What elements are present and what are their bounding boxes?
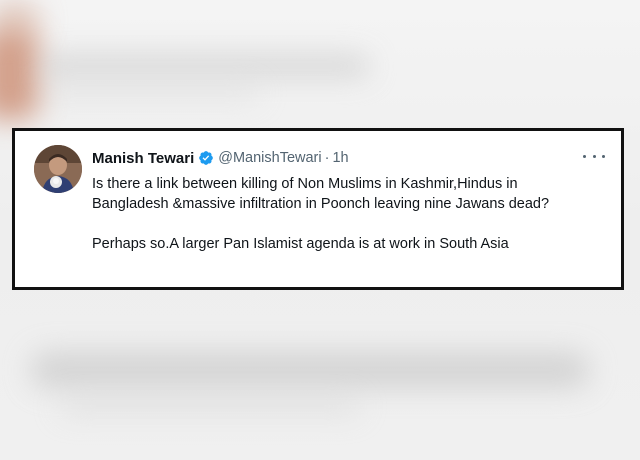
dot-separator: ·: [324, 150, 330, 166]
more-options-button[interactable]: [583, 149, 605, 163]
tweet-header: Manish Tewari @ManishTewari · 1h: [92, 145, 592, 171]
verified-badge-icon: [198, 150, 214, 166]
tweet-body: Manish Tewari @ManishTewari · 1h Is ther…: [92, 145, 592, 254]
blurred-text-line: [40, 55, 370, 77]
more-horizontal-icon: [583, 154, 586, 158]
tweet-card[interactable]: Manish Tewari @ManishTewari · 1h Is ther…: [12, 128, 624, 290]
blurred-text-line: [30, 352, 590, 388]
tweet-paragraph: Is there a link between killing of Non M…: [92, 176, 550, 212]
blurred-text-line: [40, 86, 260, 100]
blurred-region: [0, 30, 40, 120]
more-horizontal-icon: [602, 154, 605, 158]
avatar[interactable]: [34, 145, 82, 193]
more-horizontal-icon: [592, 154, 596, 158]
tweet-paragraph: Perhaps so.A larger Pan Islamist agenda …: [92, 236, 509, 252]
tweet-text: Is there a link between killing of Non M…: [92, 174, 592, 254]
user-handle[interactable]: @ManishTewari: [218, 150, 321, 166]
avatar-photo: [34, 145, 82, 193]
tweet-timestamp[interactable]: 1h: [332, 150, 348, 166]
display-name[interactable]: Manish Tewari: [92, 150, 194, 167]
blurred-text-line: [60, 398, 360, 414]
